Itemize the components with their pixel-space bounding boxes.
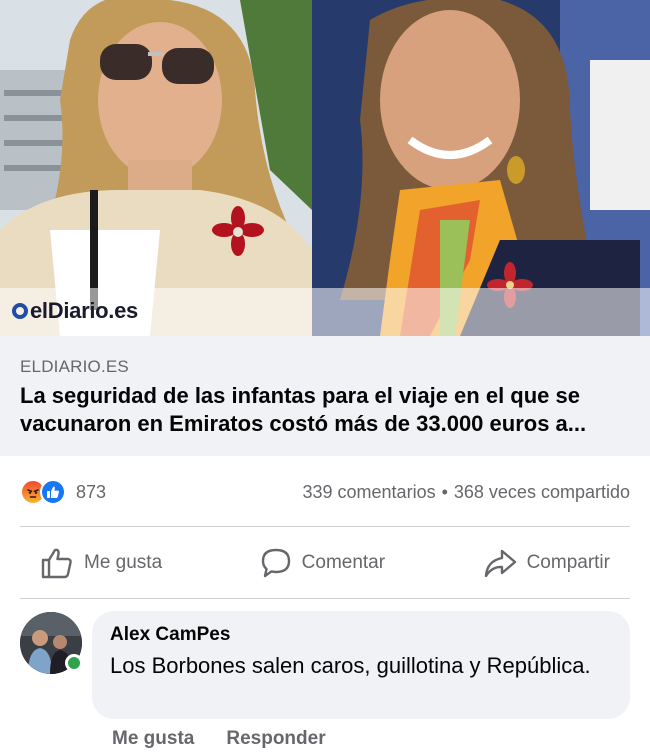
commenter-avatar[interactable]: [20, 612, 83, 674]
comment-like-button[interactable]: Me gusta: [112, 728, 194, 756]
eldiario-logo-icon: [12, 303, 28, 319]
comment-button-label: Comentar: [301, 552, 386, 573]
like-reaction-icon: [40, 479, 66, 505]
comment-actions: Me gusta Responder: [112, 728, 326, 756]
like-button[interactable]: Me gusta: [20, 541, 182, 585]
thumbs-up-icon: [41, 548, 72, 579]
comment-bubble[interactable]: Alex CamPes Los Borbones salen caros, gu…: [92, 611, 630, 719]
divider-bottom: [20, 598, 630, 599]
comment-button[interactable]: Comentar: [240, 541, 405, 585]
share-button-label: Compartir: [526, 552, 610, 573]
link-meta[interactable]: ELDIARIO.ES La seguridad de las infantas…: [0, 336, 650, 456]
engagement-stats: 873 339 comentarios • 368 veces comparti…: [20, 474, 630, 510]
like-button-label: Me gusta: [84, 552, 163, 573]
source-logo-text: elDiario.es: [30, 298, 138, 323]
reaction-summary[interactable]: 873: [20, 479, 106, 505]
link-preview-image[interactable]: elDiario.es: [0, 0, 650, 336]
comment-reply-button[interactable]: Responder: [226, 728, 325, 756]
comments-count[interactable]: 339 comentarios: [303, 482, 436, 503]
comment-author[interactable]: Alex CamPes: [110, 623, 612, 647]
speech-bubble-icon: [261, 548, 290, 578]
comment-text: Los Borbones salen caros, guillotina y R…: [110, 653, 591, 678]
link-headline[interactable]: La seguridad de las infantas para el via…: [20, 382, 635, 438]
online-status-indicator: [65, 654, 83, 672]
comment-share-counts: 339 comentarios • 368 veces compartido: [303, 482, 631, 503]
shares-count[interactable]: 368 veces compartido: [454, 482, 630, 503]
preview-photo: [0, 0, 650, 336]
post-action-bar: Me gusta Comentar Compartir: [20, 528, 630, 598]
share-arrow-icon: [484, 549, 516, 578]
link-domain: ELDIARIO.ES: [20, 357, 129, 376]
share-button[interactable]: Compartir: [463, 541, 630, 585]
reaction-count: 873: [76, 481, 107, 502]
divider-top: [20, 526, 630, 527]
separator-dot: •: [441, 481, 448, 502]
source-logo: elDiario.es: [12, 296, 138, 326]
